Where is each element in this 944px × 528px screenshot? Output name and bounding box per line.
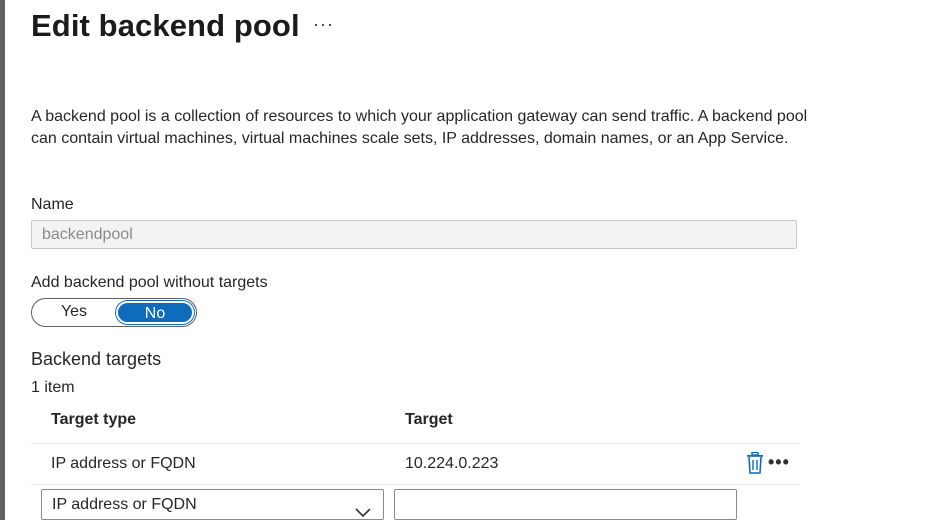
column-header-target-type: Target type xyxy=(51,411,137,428)
without-targets-label: Add backend pool without targets xyxy=(31,274,268,291)
backend-targets-title: Backend targets xyxy=(31,349,162,369)
page-title: Edit backend pool xyxy=(31,8,300,43)
target-type-dropdown-value: IP address or FQDN xyxy=(52,496,197,513)
name-label: Name xyxy=(31,196,74,213)
row-target: 10.224.0.223 xyxy=(405,455,499,472)
header-divider xyxy=(31,443,799,444)
name-input[interactable] xyxy=(31,220,797,249)
target-type-dropdown[interactable]: IP address or FQDN xyxy=(41,489,384,520)
item-count: 1 item xyxy=(31,379,75,396)
row-target-type: IP address or FQDN xyxy=(51,455,196,472)
row-more-icon[interactable]: ••• xyxy=(768,452,790,473)
column-header-target: Target xyxy=(405,411,453,428)
left-rail xyxy=(0,0,5,520)
target-input[interactable] xyxy=(394,489,737,520)
toggle-option-yes[interactable]: Yes xyxy=(35,301,113,324)
more-actions-button[interactable]: ··· xyxy=(313,14,334,35)
toggle-option-no[interactable]: No xyxy=(116,301,194,324)
description: A backend pool is a collection of resour… xyxy=(31,108,808,147)
row-divider xyxy=(31,484,799,485)
chevron-down-icon xyxy=(355,499,371,528)
trash-icon[interactable] xyxy=(746,451,764,479)
without-targets-toggle[interactable]: Yes No xyxy=(31,298,197,327)
